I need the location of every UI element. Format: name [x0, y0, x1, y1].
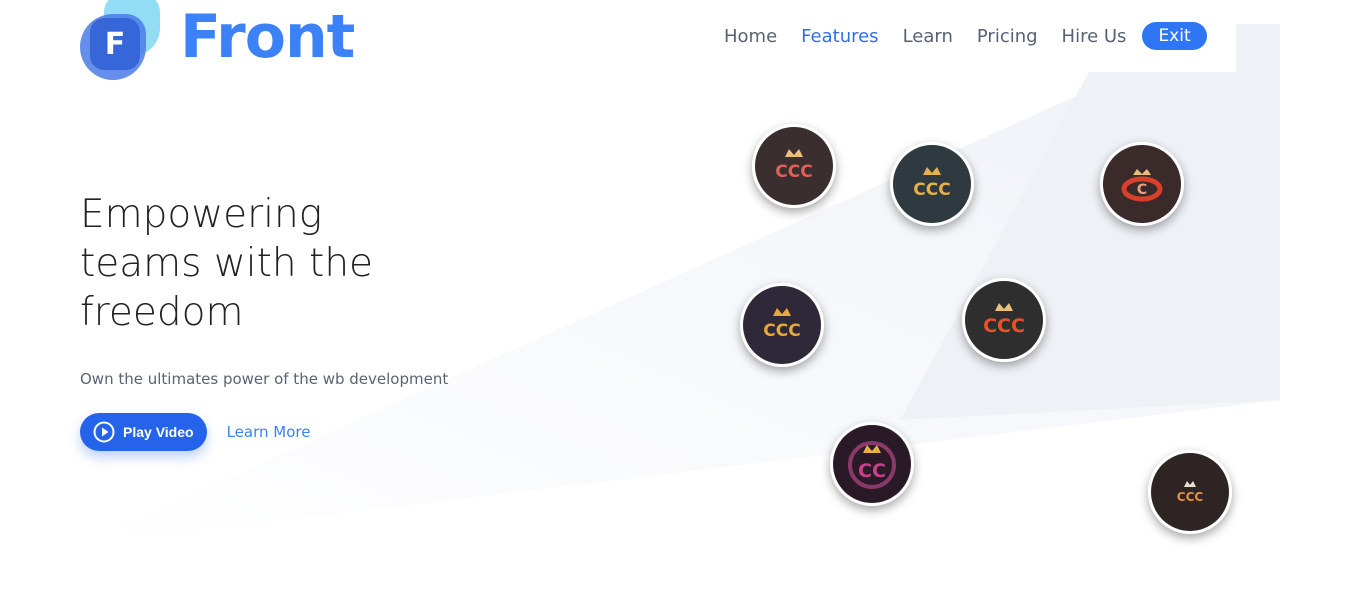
hero-subtitle: Own the ultimates power of the wb develo…: [80, 370, 449, 388]
avatar-3[interactable]: C: [1100, 142, 1184, 226]
avatar-6[interactable]: CC: [830, 422, 914, 506]
logo-mark-icon: F: [80, 0, 162, 80]
avatar-7[interactable]: CCC: [1148, 450, 1232, 534]
hero-cta: Play Video Learn More: [80, 413, 310, 451]
ccc-logo-icon: CCC: [743, 286, 821, 364]
play-circle-icon: [93, 421, 115, 443]
play-video-button[interactable]: Play Video: [80, 413, 207, 451]
avatar-5[interactable]: CCC: [962, 278, 1046, 362]
ccc-logo-icon: CCC: [893, 145, 971, 223]
c-swirl-logo-icon: C: [1103, 145, 1181, 223]
svg-text:C: C: [1137, 182, 1147, 198]
hero-headline: Empowering teams with the freedom: [80, 190, 400, 337]
nav-pricing[interactable]: Pricing: [977, 26, 1038, 47]
svg-text:CCC: CCC: [1177, 490, 1204, 504]
svg-text:CCC: CCC: [763, 321, 800, 341]
headline-line-1: Empowering: [80, 192, 323, 237]
ccc-logo-icon: CCC: [965, 281, 1043, 359]
learn-more-link[interactable]: Learn More: [227, 423, 311, 441]
brand-name: Front: [180, 2, 355, 72]
ornate-ccc-logo-icon: CC: [833, 425, 911, 503]
main-nav: Home Features Learn Pricing Hire Us Exit: [712, 20, 1207, 52]
avatar-2[interactable]: CCC: [890, 142, 974, 226]
play-video-label: Play Video: [123, 424, 194, 440]
svg-text:CCC: CCC: [983, 315, 1025, 337]
ccc-logo-icon: CCC: [755, 127, 833, 205]
ccc-logo-icon: CCC: [1151, 453, 1229, 531]
avatar-4[interactable]: CCC: [740, 283, 824, 367]
headline-line-2: teams with the: [80, 241, 374, 286]
nav-features[interactable]: Features: [801, 26, 878, 47]
svg-text:CCC: CCC: [775, 162, 812, 182]
exit-button[interactable]: Exit: [1142, 22, 1207, 50]
headline-line-3: freedom: [80, 290, 244, 335]
avatar-1[interactable]: CCC: [752, 124, 836, 208]
svg-text:CCC: CCC: [913, 180, 950, 200]
nav-learn[interactable]: Learn: [903, 26, 953, 47]
brand-logo[interactable]: F Front: [80, 0, 355, 80]
svg-text:CC: CC: [858, 460, 886, 482]
nav-hire-us[interactable]: Hire Us: [1062, 26, 1127, 47]
nav-home[interactable]: Home: [724, 26, 777, 47]
